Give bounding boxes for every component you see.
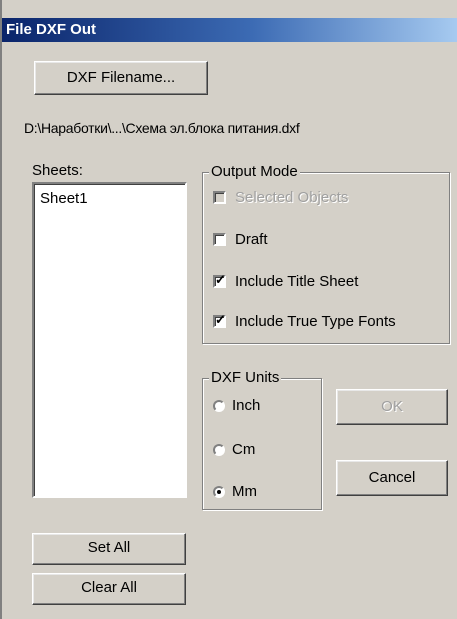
include-title-sheet-checkbox[interactable]: ✓ Include Title Sheet [213,273,358,290]
dxf-filename-button[interactable]: DXF Filename... [34,61,208,95]
draft-checkbox[interactable]: Draft [213,231,268,248]
title-bar[interactable]: File DXF Out [2,18,457,42]
mm-label: Mm [232,483,257,500]
mm-radio[interactable]: Mm [213,483,257,500]
clear-all-button[interactable]: Clear All [32,573,186,605]
radio-circle-icon [213,399,225,412]
inch-label: Inch [232,397,261,414]
radio-circle-icon [213,443,225,456]
window-title: File DXF Out [6,21,96,38]
cancel-button[interactable]: Cancel [336,460,448,496]
checkmark-icon: ✓ [215,312,226,327]
include-title-sheet-label: Include Title Sheet [235,273,359,290]
inch-radio[interactable]: Inch [213,397,260,414]
output-mode-group: Output Mode Selected Objects Draft ✓ Inc… [202,163,450,344]
radio-circle-icon [213,485,225,498]
checkbox-square-icon: ✓ [213,272,226,288]
radio-selected-dot-icon [217,489,221,494]
include-true-type-fonts-checkbox[interactable]: ✓ Include True Type Fonts [213,313,396,330]
checkmark-icon: ✓ [215,272,226,287]
ok-button[interactable]: OK [336,389,448,425]
selected-objects-label: Selected Objects [235,189,349,206]
checkbox-square-icon [213,191,226,204]
set-all-button[interactable]: Set All [32,533,186,565]
checkbox-square-icon [213,233,226,246]
draft-label: Draft [235,231,268,248]
selected-objects-checkbox: Selected Objects [213,189,348,206]
sheets-label: Sheets: [32,162,83,179]
cm-radio[interactable]: Cm [213,441,255,458]
include-true-type-fonts-label: Include True Type Fonts [235,313,396,330]
dxf-units-group: DXF Units Inch Cm Mm [202,369,322,510]
sheets-listbox[interactable]: Sheet1 [32,182,187,498]
sheet-list-item[interactable]: Sheet1 [40,190,88,207]
file-path-text: D:\Наработки\...\Схема эл.блока питания.… [24,120,300,136]
dxf-out-dialog: File DXF Out DXF Filename... D:\Наработк… [0,0,457,619]
cm-label: Cm [232,441,256,458]
checkbox-square-icon: ✓ [213,312,226,328]
dxf-units-caption: DXF Units [209,369,282,386]
output-mode-caption: Output Mode [209,163,300,180]
